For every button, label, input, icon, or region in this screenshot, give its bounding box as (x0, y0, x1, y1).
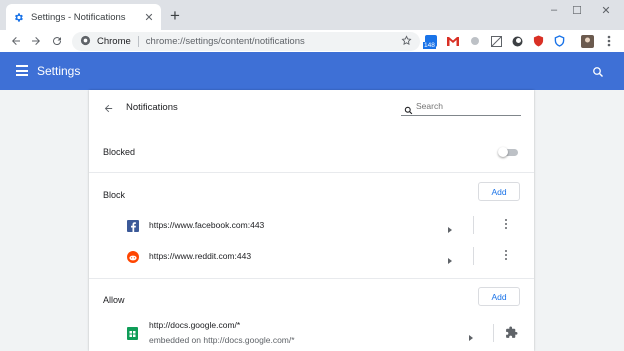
minimize-icon[interactable]: – (543, 4, 565, 18)
divider (89, 278, 534, 279)
facebook-icon (127, 219, 139, 232)
close-tab-icon[interactable]: ✕ (143, 11, 155, 24)
row-divider (493, 324, 494, 342)
chrome-menu-icon[interactable] (602, 34, 616, 48)
toggle-knob (498, 147, 508, 157)
row-divider (473, 216, 474, 234)
extension-badge-icon[interactable]: 148 (423, 34, 438, 49)
extension-badge-count: 148 (423, 42, 436, 49)
bookmark-star-icon[interactable] (401, 33, 412, 51)
chevron-right-icon[interactable] (447, 252, 453, 264)
forward-icon[interactable] (28, 33, 44, 49)
page-title: Notifications (126, 102, 178, 113)
back-arrow-icon[interactable] (103, 101, 114, 119)
settings-title: Settings (37, 64, 81, 78)
chevron-right-icon[interactable] (447, 221, 453, 233)
search-icon[interactable] (592, 65, 604, 83)
site-url: http://docs.google.com/* (149, 320, 241, 330)
blue-shield-extension-icon[interactable] (552, 34, 566, 48)
search-field[interactable] (401, 99, 521, 116)
add-block-button[interactable]: Add (478, 182, 520, 201)
row-divider (473, 247, 474, 265)
more-actions-icon[interactable] (504, 219, 508, 231)
blocked-label: Blocked (103, 147, 136, 157)
block-row-reddit[interactable]: https://www.reddit.com:443 (89, 242, 534, 270)
shield-extension-icon[interactable] (531, 34, 545, 48)
tab-title: Settings - Notifications (31, 11, 126, 23)
site-url: https://www.facebook.com:443 (149, 220, 265, 230)
omnibox-scheme: Chrome (97, 36, 131, 47)
omnibox-url[interactable]: chrome://settings/content/notifications (146, 36, 401, 47)
omnibox-divider (137, 36, 139, 47)
dark-circle-extension-icon[interactable] (510, 34, 524, 48)
puzzle-icon[interactable] (505, 326, 518, 344)
site-url: https://www.reddit.com:443 (149, 251, 252, 261)
divider (89, 172, 534, 173)
close-window-icon[interactable]: ✕ (595, 4, 617, 18)
google-sheets-icon (127, 327, 139, 340)
allow-heading: Allow (103, 295, 125, 305)
grid-extension-icon[interactable] (489, 34, 503, 48)
gray-circle-extension-icon[interactable] (468, 34, 482, 48)
site-embedded-text: embedded on http://docs.google.com/* (149, 335, 295, 345)
title-bar: Settings - Notifications ✕ + – ☐ ✕ (0, 0, 624, 30)
blocked-toggle[interactable] (498, 146, 520, 158)
settings-gear-icon (12, 11, 24, 23)
maximize-icon[interactable]: ☐ (566, 4, 588, 18)
gmail-extension-icon[interactable] (446, 34, 460, 48)
search-icon (404, 102, 413, 120)
add-allow-button[interactable]: Add (478, 287, 520, 306)
tab-settings[interactable]: Settings - Notifications ✕ (6, 4, 161, 30)
allow-row-google-docs[interactable]: http://docs.google.com/* embedded on htt… (89, 315, 534, 351)
reload-icon[interactable] (49, 33, 65, 49)
block-row-facebook[interactable]: https://www.facebook.com:443 (89, 211, 534, 239)
chevron-right-icon[interactable] (468, 329, 474, 341)
hamburger-menu-icon[interactable] (16, 65, 28, 76)
more-actions-icon[interactable] (504, 250, 508, 262)
block-heading: Block (103, 190, 126, 200)
new-tab-icon[interactable]: + (170, 6, 180, 26)
search-input[interactable] (416, 99, 516, 113)
back-icon[interactable] (8, 33, 24, 49)
settings-header: Settings (0, 52, 624, 90)
profile-avatar[interactable] (580, 34, 594, 48)
notifications-card: Notifications Blocked Block Add https://… (89, 90, 534, 351)
omnibox[interactable]: Chrome chrome://settings/content/notific… (72, 32, 420, 51)
reddit-icon (127, 250, 139, 263)
browser-toolbar: Chrome chrome://settings/content/notific… (0, 30, 624, 53)
chrome-logo-icon (80, 33, 91, 51)
